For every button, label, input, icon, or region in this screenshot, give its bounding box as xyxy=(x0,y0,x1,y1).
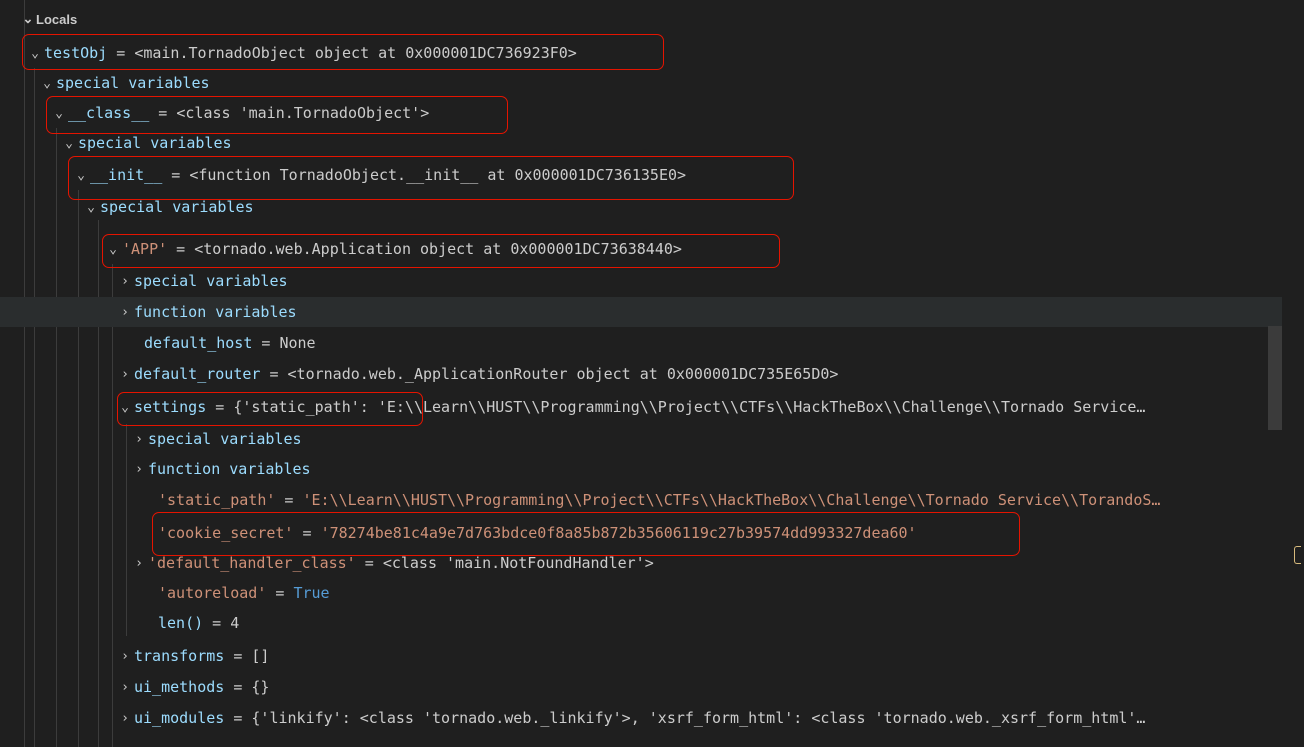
variable-row-default-handler-class[interactable]: › 'default_handler_class' = <class 'main… xyxy=(0,548,1304,578)
variable-value: <tornado.web.Application object at 0x000… xyxy=(194,240,682,258)
variable-value: <function TornadoObject.__init__ at 0x00… xyxy=(189,166,687,184)
variable-value: 'E:\\Learn\\HUST\\Programming\\Project\\… xyxy=(302,491,1161,509)
variable-name: 'APP' xyxy=(122,240,168,258)
group-label: special variables xyxy=(134,272,288,290)
variable-name: ui_modules xyxy=(134,709,225,727)
variable-value: {} xyxy=(251,678,270,696)
scrollbar-thumb[interactable] xyxy=(1268,326,1282,430)
chevron-down-icon: ⌄ xyxy=(22,11,34,26)
chevron-right-icon: › xyxy=(135,431,143,447)
variable-value: True xyxy=(293,584,330,602)
variable-row-len[interactable]: len() = 4 xyxy=(0,608,1304,638)
group-label: special variables xyxy=(56,74,210,92)
chevron-down-icon: ⌄ xyxy=(65,135,73,151)
variable-row-testobj[interactable]: ⌄ testObj = <main.TornadoObject object a… xyxy=(0,38,1304,68)
variable-row-ui-modules[interactable]: › ui_modules = {'linkify': <class 'torna… xyxy=(0,703,1298,733)
chevron-down-icon: ⌄ xyxy=(31,45,39,61)
variable-name: ui_methods xyxy=(134,678,225,696)
variable-name: default_router xyxy=(134,365,261,383)
chevron-down-icon: ⌄ xyxy=(87,199,95,215)
variable-value: None xyxy=(279,334,316,352)
variable-row-class[interactable]: ⌄ __class__ = <class 'main.TornadoObject… xyxy=(0,98,1304,128)
variable-value: <class 'main.NotFoundHandler'> xyxy=(382,554,654,572)
chevron-down-icon: ⌄ xyxy=(55,105,63,121)
bracket-icon xyxy=(1294,546,1301,564)
variable-row-special-variables[interactable]: ⌄ special variables xyxy=(0,128,1304,158)
variable-row-transforms[interactable]: › transforms = [] xyxy=(0,641,1304,671)
variable-value: '78274be81c4a9e7d763bdce0f8a85b872b35606… xyxy=(320,524,917,542)
chevron-right-icon: › xyxy=(121,304,129,320)
variable-name: len() xyxy=(158,614,204,632)
variable-name: testObj xyxy=(44,44,108,62)
variable-name: 'autoreload' xyxy=(158,584,267,602)
chevron-right-icon: › xyxy=(121,679,129,695)
variable-row-default-host[interactable]: default_host = None xyxy=(0,328,1304,358)
variable-row-cookie-secret[interactable]: 'cookie_secret' = '78274be81c4a9e7d763bd… xyxy=(0,518,1304,548)
debug-variables-panel: ⌄ Locals ⌄ testObj = <main.TornadoObject… xyxy=(0,0,1304,747)
variable-name: 'cookie_secret' xyxy=(158,524,294,542)
variable-row-function-variables[interactable]: › function variables xyxy=(0,297,1282,327)
variable-row-ui-methods[interactable]: › ui_methods = {} xyxy=(0,672,1304,702)
chevron-right-icon: › xyxy=(121,366,129,382)
variable-row-static-path[interactable]: 'static_path' = 'E:\\Learn\\HUST\\Progra… xyxy=(0,485,1282,515)
variable-name: 'static_path' xyxy=(158,491,276,509)
variable-row-special-variables[interactable]: ⌄ special variables xyxy=(0,194,1304,220)
group-label: special variables xyxy=(78,134,232,152)
group-label: special variables xyxy=(100,198,254,216)
group-label: function variables xyxy=(148,460,311,478)
group-label: special variables xyxy=(148,430,302,448)
chevron-right-icon: › xyxy=(121,648,129,664)
variable-value: <tornado.web._ApplicationRouter object a… xyxy=(287,365,839,383)
variable-row-default-router[interactable]: › default_router = <tornado.web._Applica… xyxy=(0,359,1304,389)
group-label: function variables xyxy=(134,303,297,321)
variable-row-autoreload[interactable]: 'autoreload' = True xyxy=(0,578,1304,608)
chevron-right-icon: › xyxy=(135,555,143,571)
chevron-right-icon: › xyxy=(121,710,129,726)
variable-value: <class 'main.TornadoObject'> xyxy=(176,104,430,122)
variable-name: settings xyxy=(134,398,207,416)
chevron-down-icon: ⌄ xyxy=(43,75,51,91)
variable-row-special-variables[interactable]: › special variables xyxy=(0,424,1304,454)
variable-row-special-variables[interactable]: ⌄ special variables xyxy=(0,68,1304,98)
chevron-down-icon: ⌄ xyxy=(121,399,129,415)
variable-row-init[interactable]: ⌄ __init__ = <function TornadoObject.__i… xyxy=(0,160,1304,190)
variable-name: 'default_handler_class' xyxy=(148,554,356,572)
variable-row-special-variables[interactable]: › special variables xyxy=(0,266,1304,296)
chevron-right-icon: › xyxy=(135,461,143,477)
variable-name: __class__ xyxy=(68,104,150,122)
variable-row-function-variables[interactable]: › function variables xyxy=(0,454,1304,484)
variable-value: 4 xyxy=(230,614,240,632)
variable-value: <main.TornadoObject object at 0x000001DC… xyxy=(134,44,577,62)
chevron-down-icon: ⌄ xyxy=(77,167,85,183)
variable-row-app[interactable]: ⌄ 'APP' = <tornado.web.Application objec… xyxy=(0,234,1304,264)
variable-name: default_host xyxy=(144,334,253,352)
locals-section-header[interactable]: ⌄ Locals xyxy=(0,8,78,30)
variable-row-settings[interactable]: ⌄ settings = {'static_path': 'E:\\Learn\… xyxy=(0,392,1266,422)
variable-value: [] xyxy=(251,647,270,665)
variable-value: {'static_path': 'E:\\Learn\\HUST\\Progra… xyxy=(233,398,1146,416)
variable-name: __init__ xyxy=(90,166,163,184)
variable-name: transforms xyxy=(134,647,225,665)
chevron-down-icon: ⌄ xyxy=(109,241,117,257)
section-title: Locals xyxy=(36,11,78,27)
variable-value: {'linkify': <class 'tornado.web._linkify… xyxy=(251,709,1146,727)
chevron-right-icon: › xyxy=(121,273,129,289)
